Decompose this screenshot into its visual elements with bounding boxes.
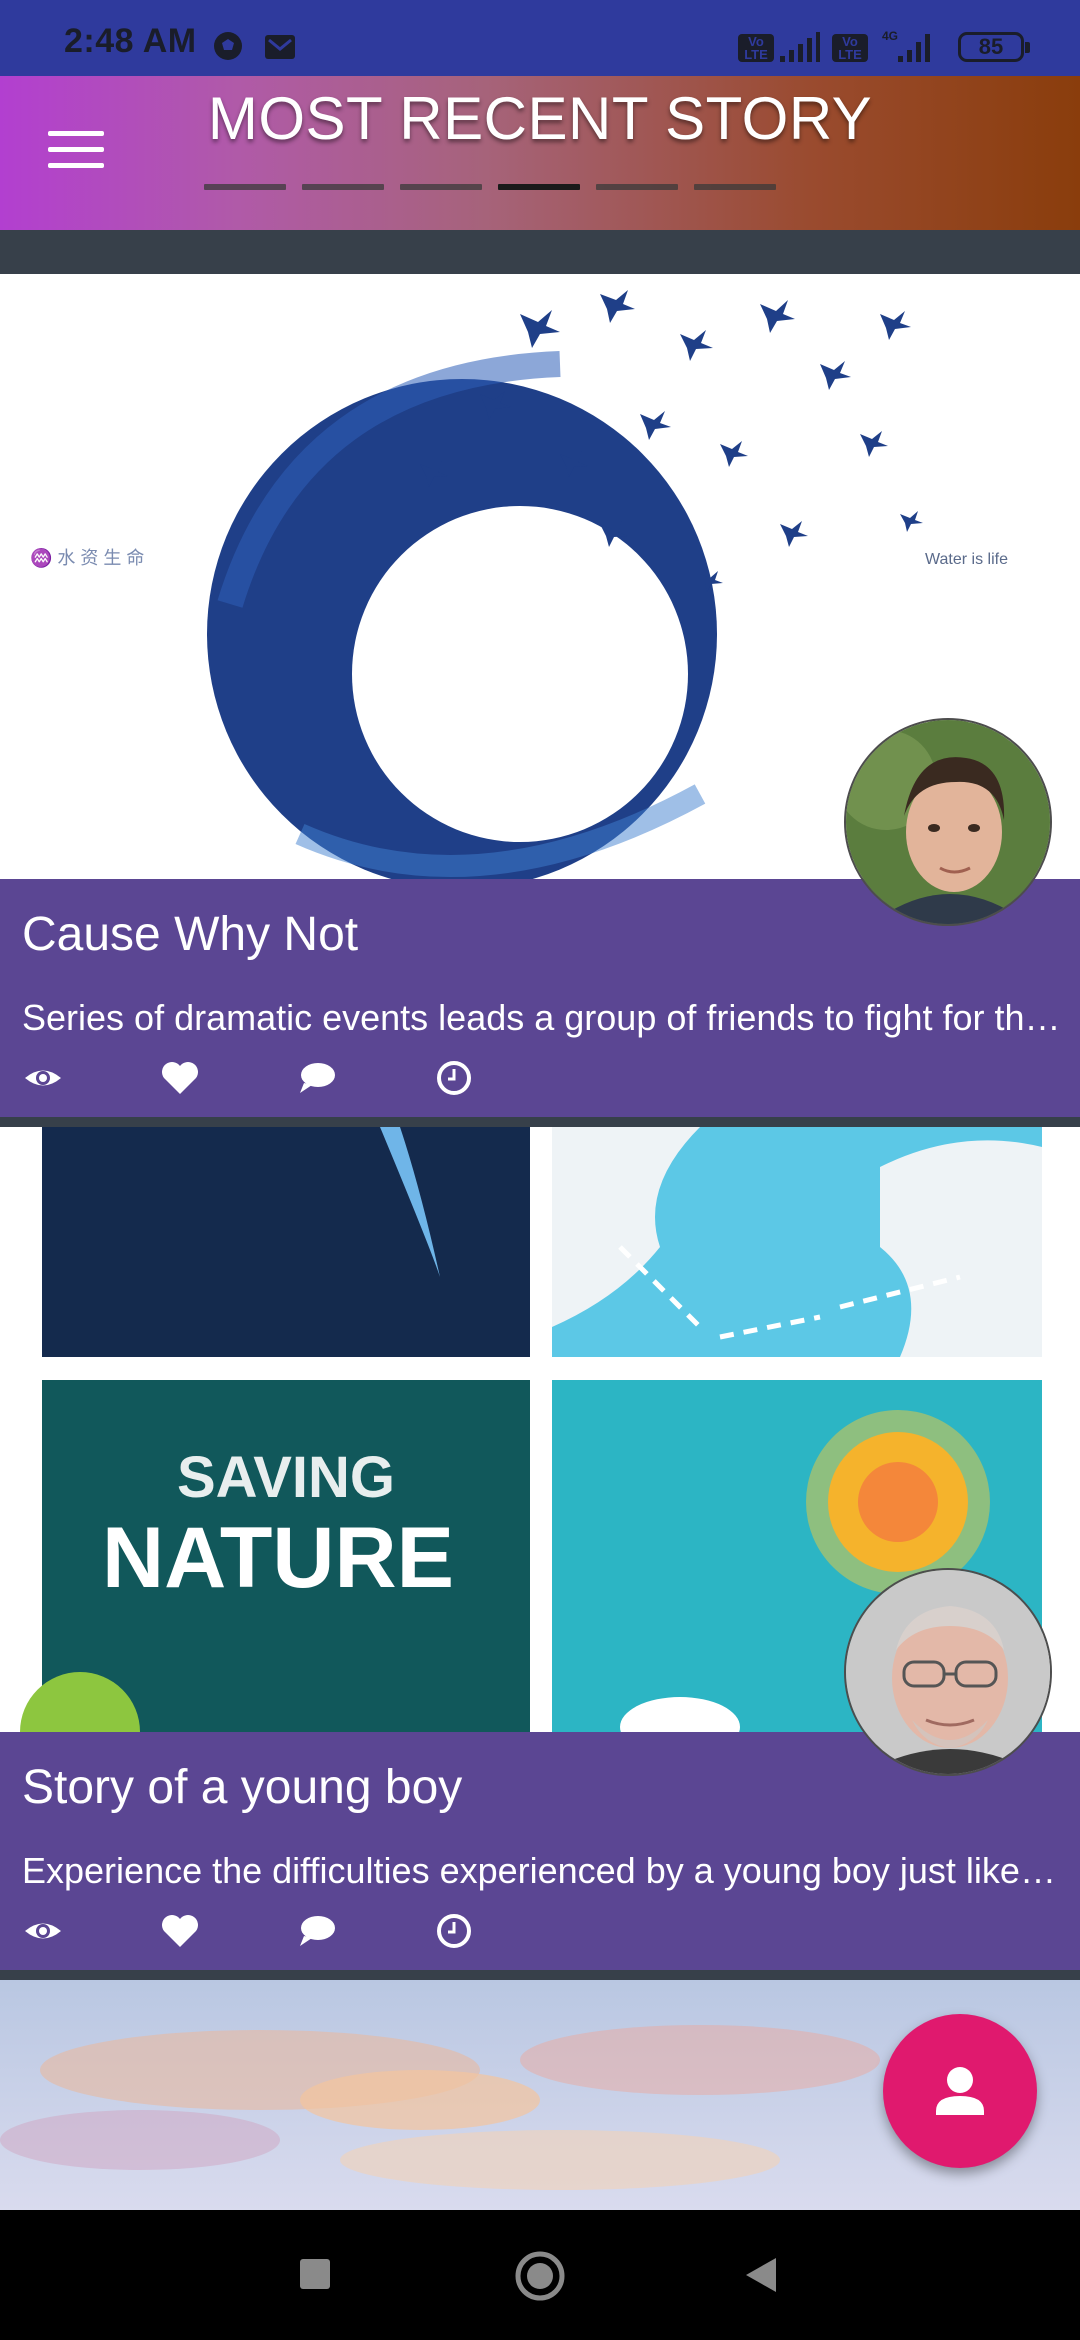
story-description: Series of dramatic events leads a group …: [22, 997, 1062, 1038]
system-navigation-bar: [0, 2210, 1080, 2340]
tab-indicator-6[interactable]: [694, 184, 776, 190]
home-circle-icon[interactable]: [514, 2250, 566, 2302]
volte-badge-1: Vo LTE: [738, 34, 774, 62]
author-avatar[interactable]: [844, 1568, 1052, 1776]
image-caption-right: Water is life: [925, 551, 1008, 568]
tab-indicator-4[interactable]: [498, 184, 580, 190]
signal-icon: [780, 32, 820, 62]
story-title[interactable]: Story of a young boy: [22, 1760, 462, 1815]
clock-icon[interactable]: [433, 1910, 475, 1952]
status-bar: 2:48 AM Vo LTE Vo LTE 4G 85: [0, 0, 1080, 76]
battery-indicator: 85: [958, 32, 1030, 62]
story-description: Experience the difficulties experienced …: [22, 1850, 1062, 1891]
back-triangle-icon[interactable]: [744, 2256, 778, 2294]
soccer-ball-icon: [214, 32, 242, 60]
story-tab-indicator: [204, 184, 776, 190]
tab-indicator-1[interactable]: [204, 184, 286, 190]
image-text-line2: NATURE: [102, 1510, 454, 1606]
comment-bubble-icon[interactable]: [296, 1057, 338, 1099]
tab-indicator-2[interactable]: [302, 184, 384, 190]
recents-square-icon[interactable]: [299, 2258, 331, 2290]
image-caption-left: ♒ 水 资 生 命: [30, 547, 144, 568]
profile-fab-button[interactable]: [883, 2014, 1037, 2168]
app-header: MOST RECENT STORY: [0, 76, 1080, 230]
status-time: 2:48 AM: [64, 22, 197, 60]
views-eye-icon[interactable]: [22, 1910, 64, 1952]
views-eye-icon[interactable]: [22, 1057, 64, 1099]
person-icon: [936, 2067, 984, 2115]
like-heart-icon[interactable]: [159, 1910, 201, 1952]
4g-signal-icon: 4G: [882, 29, 930, 62]
page-title: MOST RECENT STORY: [207, 85, 873, 152]
tab-indicator-5[interactable]: [596, 184, 678, 190]
mail-icon: [265, 35, 295, 59]
svg-text:4G: 4G: [882, 29, 898, 43]
story-title[interactable]: Cause Why Not: [22, 907, 358, 962]
comment-bubble-icon[interactable]: [296, 1910, 338, 1952]
volte-badge-2: Vo LTE: [832, 34, 868, 62]
image-text-line1: SAVING: [177, 1445, 395, 1510]
tab-indicator-3[interactable]: [400, 184, 482, 190]
clock-icon[interactable]: [433, 1057, 475, 1099]
author-avatar[interactable]: [844, 718, 1052, 926]
like-heart-icon[interactable]: [159, 1057, 201, 1099]
